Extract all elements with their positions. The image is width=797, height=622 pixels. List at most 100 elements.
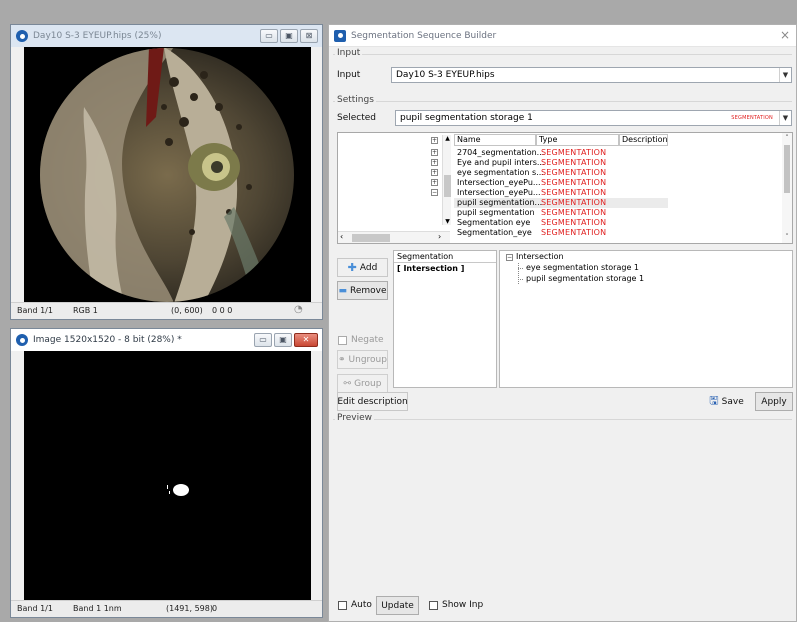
list-item[interactable]: Intersection_eyePu... xyxy=(457,178,541,188)
input-combo[interactable]: Day10 S-3 EYEUP.hips ▼ xyxy=(391,67,792,83)
image-viewport[interactable] xyxy=(24,47,311,303)
scroll-down-icon[interactable]: ˅ xyxy=(782,233,792,241)
group-label: Group xyxy=(354,378,382,389)
expand-icon[interactable]: + xyxy=(431,159,438,166)
title-bar[interactable]: Segmentation Sequence Builder × xyxy=(329,25,796,47)
scroll-up-icon[interactable]: ˄ xyxy=(782,134,792,142)
selected-combo[interactable]: pupil segmentation storage 1 SEGMENTATIO… xyxy=(395,110,792,126)
input-label: Input xyxy=(337,70,361,80)
segmentation-list[interactable]: Segmentation [ Intersection ] xyxy=(393,250,497,388)
settings-group-border xyxy=(333,101,792,102)
selected-label: Selected xyxy=(337,113,377,123)
scroll-up-icon[interactable]: ▲ xyxy=(443,135,452,142)
list-item[interactable]: pupil segmentation xyxy=(457,208,535,218)
segmentation-list-header[interactable]: Segmentation xyxy=(394,251,496,263)
table-vertical-scrollbar[interactable]: ˄ ˅ xyxy=(782,133,792,243)
row-type: SEGMENTATION xyxy=(541,178,607,187)
list-item[interactable]: 2704_segmentation... xyxy=(457,148,544,158)
selected-type-tag: SEGMENTATION xyxy=(731,115,773,121)
expand-icon[interactable]: + xyxy=(431,179,438,186)
segmentation-mask-image xyxy=(24,351,311,601)
minimize-button[interactable]: ▭ xyxy=(260,29,278,43)
title-bar[interactable]: Image 1520x1520 - 8 bit (28%) * ▭ ▣ ✕ xyxy=(11,329,322,351)
scroll-left-icon[interactable]: ‹ xyxy=(340,232,343,241)
auto-label: Auto xyxy=(351,600,372,610)
plus-icon: ✚ xyxy=(347,261,357,274)
segmentation-sequence-builder[interactable]: Segmentation Sequence Builder × Input In… xyxy=(328,24,797,622)
app-eye-icon xyxy=(334,29,346,42)
column-description[interactable]: Description xyxy=(619,134,668,146)
window-title: Day10 S-3 EYEUP.hips (25%) xyxy=(33,31,162,41)
list-item[interactable]: eye segmentation s... xyxy=(457,168,544,178)
list-item[interactable]: Segmentation_eye xyxy=(457,228,532,238)
app-eye-icon xyxy=(16,30,28,42)
remove-button[interactable]: ▬ Remove xyxy=(337,281,388,300)
status-bar: Band 1/1 Band 1 1nm (1491, 598) 0 xyxy=(11,600,322,617)
scroll-thumb[interactable] xyxy=(784,145,790,193)
minimize-button[interactable]: ▭ xyxy=(254,333,272,347)
fish-eye-image xyxy=(24,47,311,303)
expand-icon[interactable]: + xyxy=(431,137,438,144)
tree-connector xyxy=(518,279,523,280)
status-values: 0 0 0 xyxy=(212,306,233,315)
preview-area xyxy=(333,425,794,588)
collapse-icon[interactable]: − xyxy=(506,254,513,261)
apply-button[interactable]: Apply xyxy=(755,392,793,411)
list-item[interactable]: Intersection_eyePu... xyxy=(457,188,541,198)
scroll-thumb[interactable] xyxy=(444,175,451,197)
maximize-button[interactable]: ▣ xyxy=(280,29,298,43)
tree-vertical-scrollbar[interactable]: ▲ ▼ xyxy=(442,135,451,225)
title-bar[interactable]: Day10 S-3 EYEUP.hips (25%) ▭ ▣ ⊠ xyxy=(11,25,322,47)
list-item-selected[interactable]: pupil segmentation... xyxy=(457,198,542,208)
tree-connector xyxy=(518,268,523,269)
update-button[interactable]: Update xyxy=(376,596,419,615)
apply-label: Apply xyxy=(761,396,787,407)
tree-horizontal-scrollbar[interactable]: ‹ › xyxy=(338,231,450,243)
tree-root[interactable]: Intersection xyxy=(516,252,564,261)
chevron-down-icon[interactable]: ▼ xyxy=(779,68,791,82)
show-inp-checkbox[interactable] xyxy=(429,601,438,610)
close-icon[interactable]: × xyxy=(780,28,790,42)
image-window-top[interactable]: Day10 S-3 EYEUP.hips (25%) ▭ ▣ ⊠ Band 1/… xyxy=(10,24,323,320)
maximize-button[interactable]: ▣ xyxy=(274,333,292,347)
update-label: Update xyxy=(381,600,414,611)
scroll-right-icon[interactable]: › xyxy=(438,232,441,241)
tree-child[interactable]: pupil segmentation storage 1 xyxy=(526,274,644,283)
image-window-bottom[interactable]: Image 1520x1520 - 8 bit (28%) * ▭ ▣ ✕ Ba… xyxy=(10,328,323,618)
expand-icon[interactable]: + xyxy=(431,169,438,176)
segmentation-browser[interactable]: + + + + + − ▲ ▼ ‹ › Name Type Descriptio… xyxy=(337,132,793,244)
row-type: SEGMENTATION xyxy=(541,158,607,167)
expand-icon[interactable]: + xyxy=(431,149,438,156)
chevron-down-icon[interactable]: ▼ xyxy=(779,111,791,125)
ungroup-icon: ⚭ xyxy=(338,354,346,365)
collapse-icon[interactable]: − xyxy=(431,189,438,196)
list-item[interactable]: Segmentation eye xyxy=(457,218,530,228)
scroll-thumb[interactable] xyxy=(352,234,390,242)
mask-viewport[interactable] xyxy=(24,351,311,601)
close-button[interactable]: ⊠ xyxy=(300,29,318,43)
add-label: Add xyxy=(359,262,378,273)
save-disk-icon: 🖫 xyxy=(709,394,719,407)
window-title: Segmentation Sequence Builder xyxy=(351,30,497,41)
column-type[interactable]: Type xyxy=(536,134,619,146)
save-button[interactable]: 🖫 Save xyxy=(704,392,749,411)
tree-child[interactable]: eye segmentation storage 1 xyxy=(526,263,639,272)
status-coords: (0, 600) xyxy=(171,306,203,315)
auto-checkbox[interactable] xyxy=(338,601,347,610)
status-band: Band 1/1 xyxy=(17,604,53,613)
scroll-down-icon[interactable]: ▼ xyxy=(443,218,452,225)
list-item[interactable]: [ Intersection ] xyxy=(397,264,464,273)
list-item[interactable]: Eye and pupil inters... xyxy=(457,158,545,168)
status-band: Band 1/1 xyxy=(17,306,53,315)
edit-description-button[interactable]: Edit description xyxy=(337,392,408,411)
sequence-tree[interactable]: − Intersection eye segmentation storage … xyxy=(499,250,793,388)
negate-checkbox[interactable] xyxy=(338,336,347,345)
row-type: SEGMENTATION xyxy=(541,188,607,197)
group-button[interactable]: ⚯ Group xyxy=(337,374,388,393)
add-button[interactable]: ✚ Add xyxy=(337,258,388,277)
status-values: 0 xyxy=(212,604,218,613)
close-button[interactable]: ✕ xyxy=(294,333,318,347)
ungroup-button[interactable]: ⚭ Ungroup xyxy=(337,350,388,369)
show-inp-label: Show Inp xyxy=(442,600,484,610)
column-name[interactable]: Name xyxy=(454,134,536,146)
